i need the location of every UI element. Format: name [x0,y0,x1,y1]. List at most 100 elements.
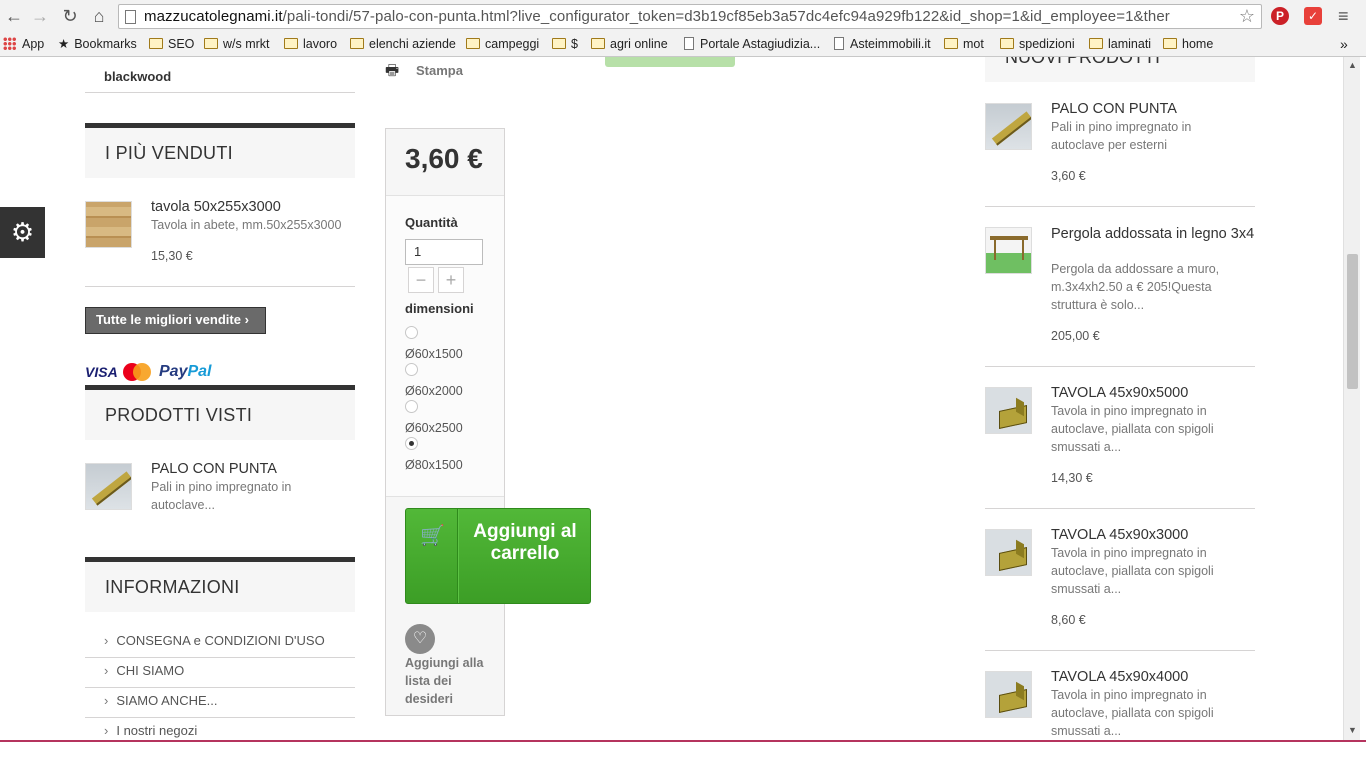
page-icon [125,10,136,24]
visa-logo: VISA [85,364,118,380]
product-name[interactable]: PALO CON PUNTA [1051,101,1177,117]
new-products-title: NUOVI PRODOTTI [1005,57,1161,67]
print-icon[interactable]: 🖶 [385,60,399,85]
reload-icon[interactable]: ↻ [58,5,82,27]
product-price: 205,00 € [1051,329,1100,343]
product-thumbnail[interactable] [985,227,1032,274]
product-description: Pali in pino impregnato in autoclave per… [1051,120,1192,152]
bookmark-page[interactable]: Portale Astagiudizia... [684,36,820,53]
chevron-right-icon: › [244,312,249,327]
info-link[interactable]: › CHI SIAMO [104,663,184,678]
bookmark-folder[interactable]: w/s mrkt [204,36,270,53]
folder-icon [466,38,480,49]
info-link[interactable]: › SIAMO ANCHE... [104,693,217,708]
product-thumbnail[interactable] [985,387,1032,434]
divider [85,687,355,688]
folder-icon [944,38,958,49]
folder-icon [1000,38,1014,49]
home-icon[interactable]: ⌂ [87,5,111,27]
bookmark-folder[interactable]: elenchi aziende [350,36,456,53]
product-description: Pali in pino impregnato in autoclave... [151,480,292,512]
bookmark-folder[interactable]: home [1163,36,1213,53]
option-radio-selected[interactable] [405,437,418,450]
block-title-text: INFORMAZIONI [105,577,240,597]
apps-icon [3,37,16,50]
product-description: Tavola in pino impregnato in autoclave, … [1051,404,1214,454]
product-description: Tavola in pino impregnato in autoclave, … [1051,546,1214,596]
product-name[interactable]: PALO CON PUNTA [151,461,277,477]
pinterest-icon[interactable]: P [1271,7,1289,25]
option-label: Ø80x1500 [405,458,463,472]
bookmark-folder[interactable]: SEO [149,36,194,53]
settings-gear-icon[interactable]: ⚙ [0,207,45,258]
product-description: Tavola in pino impregnato in autoclave, … [1051,688,1214,738]
browser-menu-icon[interactable]: ≡ [1338,6,1349,27]
product-thumbnail[interactable] [85,201,132,248]
chevron-right-icon: › [104,633,109,648]
scroll-up-icon[interactable]: ▲ [1348,60,1357,70]
product-thumbnail[interactable] [985,103,1032,150]
print-link[interactable]: Stampa [416,63,463,78]
bookmark-bookmarks[interactable]: ★ Bookmarks [58,36,137,53]
product-description: Tavola in abete, mm.50x255x3000 [151,218,342,232]
info-link[interactable]: › CONSEGNA e CONDIZIONI D'USO [104,633,325,648]
divider [85,286,355,287]
bookmark-star-icon[interactable]: ☆ [1239,6,1255,27]
page-icon [834,37,844,50]
bookmark-folder[interactable]: mot [944,36,984,53]
bookmark-folder[interactable]: spedizioni [1000,36,1075,53]
bookmark-apps[interactable]: App [3,36,44,53]
back-icon[interactable]: ← [2,5,26,27]
mastercard-logo [123,363,151,381]
product-price: 14,30 € [1051,471,1093,485]
address-bar[interactable]: mazzucatolegnami.it/pali-tondi/57-palo-c… [118,4,1262,29]
bookmark-folder[interactable]: campeggi [466,36,539,53]
chevron-right-icon: › [104,663,109,678]
product-thumbnail[interactable] [985,671,1032,718]
product-name[interactable]: tavola 50x255x3000 [151,199,281,215]
cart-icon: 🛒 [420,525,445,547]
folder-icon [149,38,163,49]
browser-chrome: ← → ↻ ⌂ mazzucatolegnami.it/pali-tondi/5… [0,0,1366,57]
heart-icon[interactable]: ♡ [405,624,435,654]
bookmark-folder[interactable]: laminati [1089,36,1151,53]
product-price: 3,60 € [1051,169,1086,183]
page-icon [684,37,694,50]
product-thumbnail[interactable] [985,529,1032,576]
bookmark-folder[interactable]: lavoro [284,36,337,53]
scroll-thumb[interactable] [1347,254,1358,389]
url-path: /pali-tondi/57-palo-con-punta.html?live_… [282,8,1170,25]
scroll-down-icon[interactable]: ▼ [1348,725,1357,735]
quantity-increase-button[interactable]: + [438,267,464,293]
product-name[interactable]: TAVOLA 45x90x3000 [1051,527,1188,543]
paypal-logo: PayPal [159,363,212,380]
product-price: 8,60 € [1051,613,1086,627]
url-text[interactable]: mazzucatolegnami.it/pali-tondi/57-palo-c… [144,8,1234,25]
bookmark-folder[interactable]: $ [552,36,578,53]
product-thumbnail[interactable] [85,463,132,510]
all-best-sellers-button[interactable]: Tutte le migliori vendite › [85,307,266,334]
product-name[interactable]: Pergola addossata in legno 3x4 [1051,225,1255,243]
page-scrollbar[interactable]: ▲ ▼ [1343,57,1360,740]
quantity-input[interactable]: 1 [405,239,483,265]
product-name[interactable]: TAVOLA 45x90x4000 [1051,669,1188,685]
folder-icon [552,38,566,49]
button-fragment[interactable] [605,57,735,67]
divider [985,366,1255,367]
quantity-decrease-button[interactable]: − [408,267,434,293]
bookmarks-more[interactable]: » [1340,36,1348,53]
pocket-icon[interactable]: ✓ [1304,7,1322,25]
sidebar-link[interactable]: blackwood [104,69,171,84]
add-to-cart-button[interactable]: 🛒 Aggiungi al carrello [405,508,591,604]
option-radio[interactable] [405,363,418,376]
bookmark-page[interactable]: Asteimmobili.it [834,36,931,53]
block-title-text: PRODOTTI VISTI [105,405,253,425]
bookmark-folder[interactable]: agri online [591,36,668,53]
wishlist-link[interactable]: Aggiungi alla lista dei desideri [405,654,500,708]
divider [985,650,1255,651]
option-radio[interactable] [405,326,418,339]
option-radio[interactable] [405,400,418,413]
product-name[interactable]: TAVOLA 45x90x5000 [1051,385,1188,401]
info-link[interactable]: › I nostri negozi [104,723,197,738]
forward-icon[interactable]: → [28,5,52,27]
